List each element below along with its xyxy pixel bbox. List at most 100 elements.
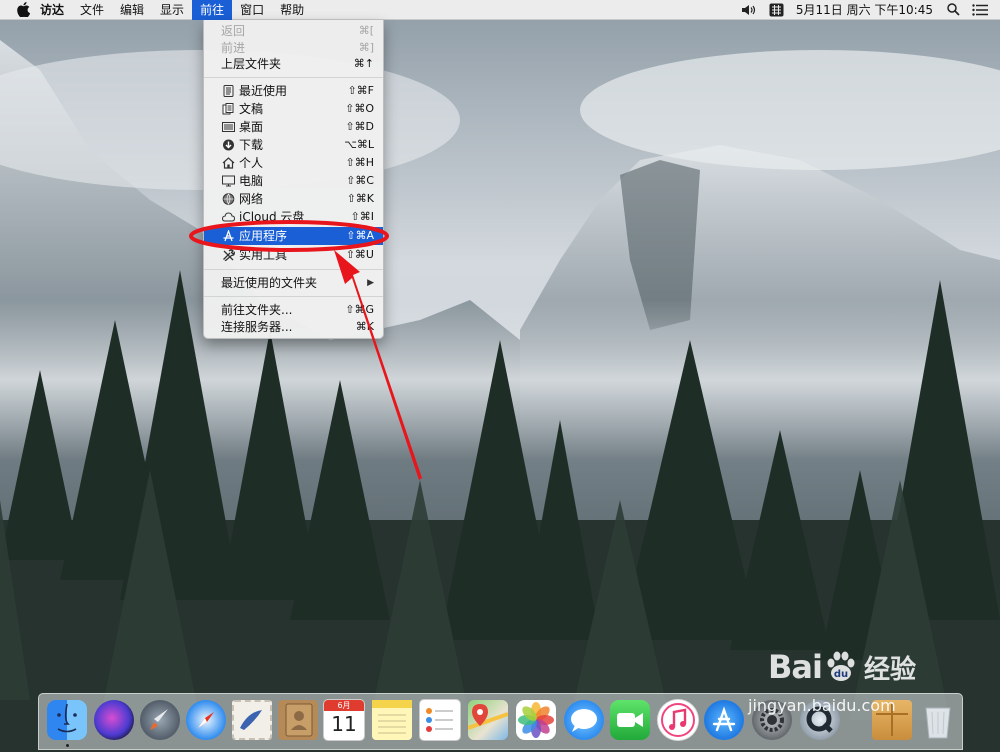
applications-icon xyxy=(223,230,234,242)
menu-item-label: 返回 xyxy=(221,24,246,38)
go-menu-item-enclosing-folder[interactable]: 上层文件夹 ⌘↑ xyxy=(204,55,383,73)
menu-separator xyxy=(204,269,383,270)
running-indicator xyxy=(66,744,69,747)
go-menu-item-go-to-folder[interactable]: 前往文件夹... ⇧⌘G xyxy=(204,301,383,319)
calendar-icon[interactable]: 6月 11 xyxy=(324,700,364,740)
menu-item-shortcut: ⇧⌘U xyxy=(345,248,374,261)
desktop-icon xyxy=(222,122,235,132)
network-icon xyxy=(222,193,235,205)
menu-item-shortcut: ⇧⌘H xyxy=(345,156,375,169)
notes-icon[interactable] xyxy=(372,700,412,740)
go-menu-item-utilities[interactable]: 实用工具 ⇧⌘U xyxy=(204,246,383,264)
go-menu-item-computer[interactable]: 电脑 ⇧⌘C xyxy=(204,172,383,190)
watermark-brand: Bai xyxy=(768,648,823,686)
calendar-day: 11 xyxy=(331,712,357,736)
menu-item-shortcut: ⇧⌘C xyxy=(346,174,374,187)
menu-item-label: iCloud 云盘 xyxy=(239,210,305,224)
calendar-month: 6月 xyxy=(324,700,364,711)
go-menu-item-network[interactable]: 网络 ⇧⌘K xyxy=(204,190,383,208)
recents-icon xyxy=(223,85,234,97)
launchpad-icon[interactable] xyxy=(140,700,180,740)
menu-item-label: 前往文件夹... xyxy=(221,303,293,317)
menu-view[interactable]: 显示 xyxy=(152,0,192,20)
menu-item-shortcut: ⇧⌘I xyxy=(350,210,374,223)
menu-item-label: 桌面 xyxy=(239,120,264,134)
go-menu-item-connect-to-server[interactable]: 连接服务器... ⌘K xyxy=(204,318,383,336)
watermark-suffix: 经验 xyxy=(863,654,916,685)
go-menu-item-downloads[interactable]: 下载 ⌥⌘L xyxy=(204,136,383,154)
app-store-icon[interactable] xyxy=(704,700,744,740)
menu-item-label: 最近使用 xyxy=(239,84,288,98)
menu-bar: 访达 文件 编辑 显示 前往 窗口 帮助 5月11日 周六 下午10:45 xyxy=(0,0,1000,20)
menu-help[interactable]: 帮助 xyxy=(272,0,312,20)
go-menu-item-back[interactable]: 返回 ⌘[ xyxy=(204,22,383,40)
menu-item-label: 上层文件夹 xyxy=(221,57,282,71)
menu-edit[interactable]: 编辑 xyxy=(112,0,152,20)
menu-item-label: 个人 xyxy=(239,156,264,170)
menu-item-shortcut: ⌘[ xyxy=(358,24,374,37)
go-menu-item-home[interactable]: 个人 ⇧⌘H xyxy=(204,154,383,172)
facetime-icon[interactable] xyxy=(610,700,650,740)
photos-icon[interactable] xyxy=(516,700,556,740)
menu-window[interactable]: 窗口 xyxy=(232,0,272,20)
apple-menu-icon[interactable] xyxy=(14,2,32,17)
messages-icon[interactable] xyxy=(564,700,604,740)
mail-icon[interactable] xyxy=(232,700,272,740)
volume-icon[interactable] xyxy=(741,4,757,16)
computer-icon xyxy=(222,175,235,187)
icloud-icon xyxy=(222,212,235,222)
menu-item-shortcut: ⇧⌘D xyxy=(345,120,374,133)
menu-item-shortcut: ⌘↑ xyxy=(353,57,374,70)
baidu-paw-icon: du xyxy=(827,651,855,681)
menu-item-label: 前进 xyxy=(221,41,246,55)
menu-item-label: 电脑 xyxy=(239,174,264,188)
go-menu-item-recents[interactable]: 最近使用 ⇧⌘F xyxy=(204,82,383,100)
svg-text:du: du xyxy=(834,669,848,680)
menu-item-shortcut: ⇧⌘G xyxy=(345,303,374,316)
menu-item-label: 网络 xyxy=(239,192,264,206)
finder-icon[interactable] xyxy=(47,700,87,740)
menu-app-finder[interactable]: 访达 xyxy=(32,0,72,20)
menubar-clock[interactable]: 5月11日 周六 下午10:45 xyxy=(796,1,933,18)
menu-item-label: 文稿 xyxy=(239,102,264,116)
siri-icon[interactable] xyxy=(94,700,134,740)
menu-file[interactable]: 文件 xyxy=(72,0,112,20)
go-menu-item-documents[interactable]: 文稿 ⇧⌘O xyxy=(204,100,383,118)
menu-go[interactable]: 前往 xyxy=(192,0,233,20)
menu-item-shortcut: ⇧⌘F xyxy=(347,84,374,97)
spotlight-search-icon[interactable] xyxy=(947,3,960,16)
menu-item-shortcut: ⌥⌘L xyxy=(344,138,374,151)
reminders-icon[interactable] xyxy=(420,700,460,740)
menu-item-label: 连接服务器... xyxy=(221,320,293,334)
utilities-icon xyxy=(223,249,235,261)
menu-item-shortcut: ⇧⌘K xyxy=(346,192,374,205)
menu-separator xyxy=(204,77,383,78)
menu-separator xyxy=(204,296,383,297)
downloads-icon xyxy=(223,139,234,151)
music-icon[interactable] xyxy=(658,700,698,740)
home-icon xyxy=(222,157,235,169)
notification-center-icon[interactable] xyxy=(972,3,988,16)
input-method-icon[interactable] xyxy=(769,3,784,17)
menu-item-label: 下载 xyxy=(239,138,264,152)
menu-item-label: 最近使用的文件夹 xyxy=(221,276,318,290)
go-menu-dropdown: 返回 ⌘[ 前进 ⌘] 上层文件夹 ⌘↑ 最近使用 ⇧⌘F 文稿 ⇧⌘O 桌面 … xyxy=(203,20,384,339)
watermark-url: jingyan.baidu.com xyxy=(748,696,896,715)
menu-item-shortcut: ⇧⌘A xyxy=(346,229,374,242)
go-menu-item-recent-folders[interactable]: 最近使用的文件夹 ▶ xyxy=(204,274,383,292)
trash-icon[interactable] xyxy=(918,700,958,740)
menu-item-shortcut: ⌘] xyxy=(358,41,374,54)
menu-item-label: 应用程序 xyxy=(239,229,288,243)
go-menu-item-desktop[interactable]: 桌面 ⇧⌘D xyxy=(204,118,383,136)
maps-icon[interactable] xyxy=(467,700,509,740)
desktop-wallpaper xyxy=(0,0,1000,752)
menu-item-shortcut: ⌘K xyxy=(355,320,374,333)
safari-icon[interactable] xyxy=(186,700,226,740)
go-menu-item-icloud-drive[interactable]: iCloud 云盘 ⇧⌘I xyxy=(204,208,383,226)
documents-icon xyxy=(222,103,234,115)
menu-item-label: 实用工具 xyxy=(239,248,288,262)
go-menu-item-applications[interactable]: 应用程序 ⇧⌘A xyxy=(204,227,383,245)
baidu-watermark: Bai du 经验 xyxy=(768,648,916,686)
menu-item-shortcut: ⇧⌘O xyxy=(345,102,374,115)
contacts-icon[interactable] xyxy=(278,700,318,740)
